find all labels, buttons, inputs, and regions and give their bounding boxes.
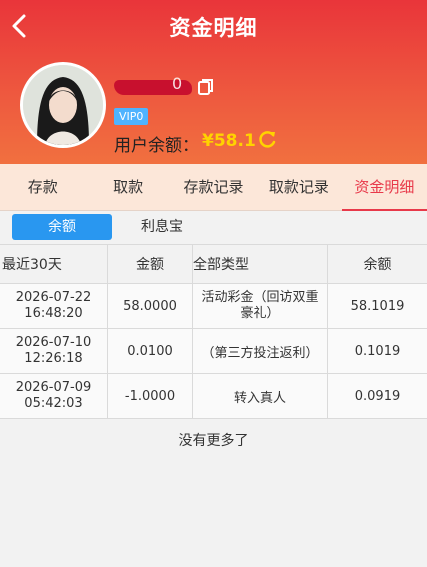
row-datetime: 2026-07-10 12:26:18 <box>0 329 108 373</box>
row-amount: 0.0100 <box>108 329 193 373</box>
row-balance: 0.1019 <box>354 343 401 359</box>
row-balance: 58.1019 <box>350 298 405 314</box>
filter-type[interactable]: 全部类型 <box>193 245 328 283</box>
subtab-interest[interactable]: 利息宝 <box>122 214 202 240</box>
subtab-bar: 余额 利息宝 <box>12 214 202 240</box>
tab-deposit-records[interactable]: 存款记录 <box>171 164 256 210</box>
avatar <box>20 62 106 148</box>
tab-bar: 存款 取款 存款记录 取款记录 资金明细 <box>0 164 427 211</box>
row-amount: -1.0000 <box>108 374 193 418</box>
row-type: 转入真人 <box>193 374 328 418</box>
tab-withdraw-records[interactable]: 取款记录 <box>256 164 341 210</box>
row-datetime: 2026-07-09 05:42:03 <box>0 374 108 418</box>
username: 0 <box>172 74 183 93</box>
balance-label: 用户余额： <box>114 136 199 156</box>
table-row: 2026-07-09 05:42:03 -1.0000 转入真人 0.0919 <box>0 374 427 419</box>
row-amount: 58.0000 <box>108 284 193 328</box>
row-datetime: 2026-07-22 16:48:20 <box>0 284 108 328</box>
table-row: 2026-07-22 16:48:20 58.0000 活动彩金（回访双重 豪礼） … <box>0 284 427 329</box>
row-type: （第三方投注返利） <box>193 329 328 373</box>
copy-icon[interactable] <box>198 78 214 96</box>
page-title: 资金明细 <box>169 16 258 40</box>
column-amount: 金额 <box>108 245 193 283</box>
subtab-balance[interactable]: 余额 <box>12 214 112 240</box>
table-row: 2026-07-10 12:26:18 0.0100 （第三方投注返利） 0.10… <box>0 329 427 374</box>
tab-fund-details[interactable]: 资金明细 <box>341 164 427 211</box>
row-type: 活动彩金（回访双重 豪礼） <box>193 284 328 328</box>
tab-deposit[interactable]: 存款 <box>0 164 85 210</box>
table-header: 最近30天 金额 全部类型 余额 <box>0 245 427 284</box>
refresh-icon[interactable] <box>257 130 277 150</box>
balance-value: ¥58.1 <box>202 131 256 151</box>
row-balance: 0.0919 <box>354 388 401 404</box>
column-balance: 余额 <box>363 257 392 273</box>
header: 资金明细 0 VIP0 用户余额： ¥58.1 <box>0 0 427 164</box>
tab-withdraw[interactable]: 取款 <box>85 164 170 210</box>
fund-table: 最近30天 金额 全部类型 余额 2026-07-22 16:48:20 58.0… <box>0 244 427 419</box>
no-more-text: 没有更多了 <box>178 433 249 449</box>
vip-badge: VIP0 <box>114 108 149 125</box>
filter-date-range[interactable]: 最近30天 <box>0 245 108 283</box>
